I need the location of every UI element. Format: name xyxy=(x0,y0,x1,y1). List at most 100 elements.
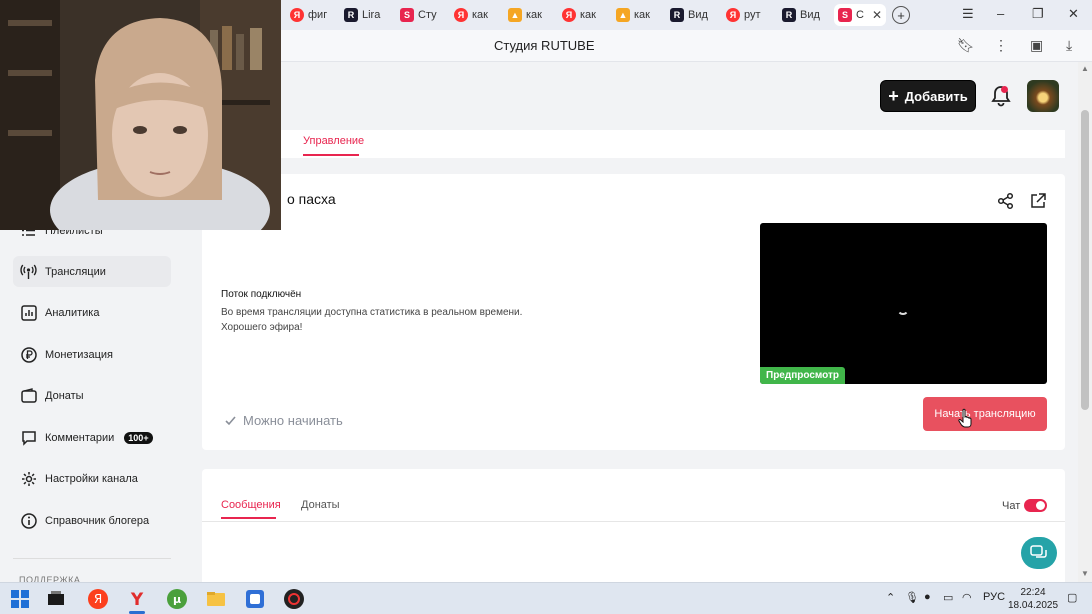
more-menu-icon[interactable]: ⋮ xyxy=(994,37,1008,54)
status-desc-line: Хорошего эфира! xyxy=(221,322,303,333)
browser-tab[interactable]: Я рут xyxy=(722,4,772,26)
browser-tab[interactable]: Я как xyxy=(450,4,498,26)
close-icon[interactable]: ✕ xyxy=(872,8,882,22)
yandex-favicon-icon: Я xyxy=(290,8,304,22)
svg-text:µ: µ xyxy=(173,593,181,606)
analytics-icon xyxy=(20,304,37,321)
browser-tab-label: Lira xyxy=(362,9,381,21)
sidebar-item-label: Комментарии xyxy=(45,431,115,444)
chevron-up-icon[interactable]: ⌃ xyxy=(886,591,895,604)
notification-dot xyxy=(1001,86,1008,93)
add-button[interactable]: + Добавить xyxy=(880,80,976,112)
share-icon[interactable] xyxy=(997,192,1015,210)
browser-tab-label: фиг xyxy=(308,9,328,21)
browser-tab-label: Сту xyxy=(418,9,437,21)
restore-icon[interactable]: ❐ xyxy=(1032,6,1044,22)
browser-tab-active[interactable]: S С ✕ xyxy=(834,4,886,26)
sidebar-item-label: Аналитика xyxy=(45,306,100,319)
windows-taskbar: Я Y µ ⌃ 🎙︎ ● ▭ ◠ РУС 22:24 18.04.2025 ▢ xyxy=(0,582,1092,614)
sidebar-item-channel-settings[interactable]: Настройки канала xyxy=(13,463,171,494)
browser-tab[interactable]: R Вид xyxy=(666,4,716,26)
download-icon[interactable]: ⤓ xyxy=(1066,37,1072,54)
new-tab-button[interactable]: + xyxy=(892,6,910,24)
notification-center-icon[interactable]: ▢ xyxy=(1067,591,1077,604)
browser-tab[interactable]: R Вид xyxy=(778,4,828,26)
tabs-menu-icon[interactable]: ☰ xyxy=(962,6,974,22)
page-scrollbar[interactable]: ▲ ▼ xyxy=(1078,62,1092,582)
clock-date: 18.04.2025 xyxy=(1008,600,1059,611)
wifi-icon[interactable]: ◠ xyxy=(962,591,972,604)
yandex-favicon-icon: Я xyxy=(726,8,740,22)
browser-tab-label: как xyxy=(580,9,596,21)
bookmark-icon[interactable]: 🔖︎ xyxy=(957,37,975,54)
page-title: Студия RUTUBE xyxy=(494,38,595,53)
add-button-label: Добавить xyxy=(904,88,968,104)
battery-icon[interactable]: ▭ xyxy=(943,591,953,604)
toggle-knob xyxy=(1036,501,1045,510)
sidebar-item-monetization[interactable]: Монетизация xyxy=(13,339,171,370)
svg-text:Я: Я xyxy=(94,592,102,606)
sidebar-item-analytics[interactable]: Аналитика xyxy=(13,297,171,328)
browser-tab[interactable]: Я как xyxy=(558,4,606,26)
utorrent-icon[interactable]: µ xyxy=(166,588,188,610)
info-icon xyxy=(20,512,37,529)
ready-indicator: Можно начинать xyxy=(224,413,343,428)
browser-tab-label: Вид xyxy=(800,9,820,21)
microphone-icon[interactable]: 🎙︎ xyxy=(905,591,919,604)
rutube-favicon-icon: R xyxy=(344,8,358,22)
tab-manage[interactable]: Управление xyxy=(303,135,364,147)
browser-tab[interactable]: Я фиг xyxy=(286,4,334,26)
browser-tab-label: Вид xyxy=(688,9,708,21)
image-favicon-icon: ▲ xyxy=(616,8,630,22)
sidebar-item-donations[interactable]: Донаты xyxy=(13,380,171,411)
webcam-overlay xyxy=(0,0,281,230)
close-window-icon[interactable]: ✕ xyxy=(1068,6,1079,22)
app-icon[interactable] xyxy=(244,588,266,610)
task-view-icon[interactable] xyxy=(45,588,67,610)
tab-donations[interactable]: Донаты xyxy=(301,499,340,511)
scroll-down-icon[interactable]: ▼ xyxy=(1081,569,1089,578)
file-explorer-icon[interactable] xyxy=(205,588,227,610)
sidebar-item-label: Справочник блогера xyxy=(45,514,150,527)
tab-messages[interactable]: Сообщения xyxy=(221,499,281,511)
browser-tab[interactable]: S Сту xyxy=(396,4,444,26)
support-chat-button[interactable] xyxy=(1021,537,1057,569)
studio-favicon-icon: S xyxy=(838,8,852,22)
scroll-up-icon[interactable]: ▲ xyxy=(1081,64,1089,73)
minimize-icon[interactable]: – xyxy=(997,6,1004,21)
extensions-icon[interactable]: ▣ xyxy=(1030,37,1043,54)
obs-icon[interactable] xyxy=(283,588,305,610)
ready-label: Можно начинать xyxy=(243,413,343,428)
yandex-browser-icon[interactable]: Y xyxy=(126,588,148,610)
browser-tab[interactable]: R Lira xyxy=(340,4,390,26)
webcam-video-image xyxy=(0,0,281,230)
loading-spinner-icon xyxy=(897,303,909,315)
preview-badge: Предпросмотр xyxy=(760,367,846,384)
sidebar-item-blogger-guide[interactable]: Справочник блогера xyxy=(13,505,171,536)
stream-status-description: Во время трансляции доступна статистика … xyxy=(221,305,541,335)
browser-tab-label: как xyxy=(526,9,542,21)
plus-icon: + xyxy=(888,86,899,106)
check-icon xyxy=(225,416,236,426)
sidebar-item-label: Трансляции xyxy=(45,265,106,278)
comments-count-badge: 100+ xyxy=(124,431,153,444)
wallet-icon xyxy=(20,387,37,404)
browser-tab[interactable]: ▲ как xyxy=(612,4,660,26)
clock[interactable]: 22:24 18.04.2025 xyxy=(1008,586,1058,612)
open-external-icon[interactable] xyxy=(1029,192,1047,210)
scroll-thumb[interactable] xyxy=(1081,110,1089,410)
active-tab-indicator xyxy=(221,517,276,519)
avatar[interactable] xyxy=(1027,80,1059,112)
chat-toggle-label: Чат xyxy=(1002,500,1021,512)
active-tab-indicator xyxy=(303,154,359,156)
tray-app-icon[interactable]: ● xyxy=(924,591,931,603)
start-stream-button[interactable]: Начать трансляцию xyxy=(923,397,1047,431)
sidebar-item-broadcasts[interactable]: Трансляции xyxy=(13,256,171,287)
studio-tabs: Управление xyxy=(281,130,1065,158)
hand-cursor-icon xyxy=(958,408,972,428)
yandex-app-icon[interactable]: Я xyxy=(87,588,109,610)
sidebar-item-comments[interactable]: Комментарии 100+ xyxy=(13,422,171,453)
windows-start-icon[interactable] xyxy=(9,588,31,610)
language-indicator[interactable]: РУС xyxy=(983,591,1005,603)
browser-tab[interactable]: ▲ как xyxy=(504,4,552,26)
